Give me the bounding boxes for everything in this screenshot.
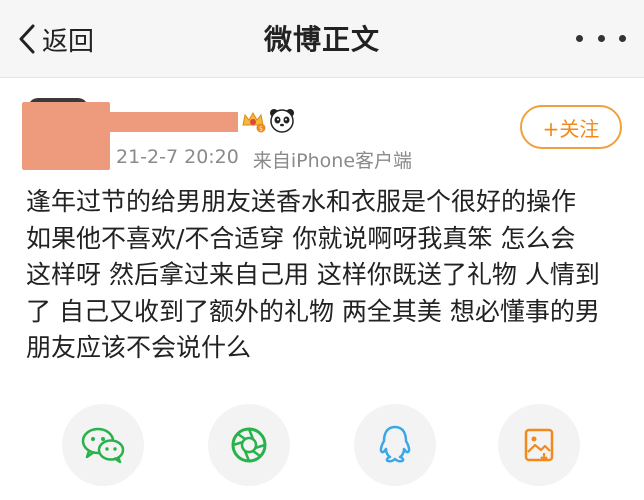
save-image-icon — [524, 428, 554, 462]
follow-button[interactable]: +关注 — [520, 105, 622, 149]
share-moments-button[interactable] — [208, 404, 290, 486]
more-dot-icon — [619, 34, 626, 42]
vip-crown-icon: 5 — [242, 111, 266, 133]
svg-text:5: 5 — [259, 126, 263, 133]
post-timestamp: 21-2-7 20:20 — [116, 146, 239, 168]
panda-icon — [270, 109, 294, 133]
avatar-redacted[interactable] — [22, 102, 110, 170]
post-meta: 21-2-7 20:20 来自iPhone客户端 — [116, 146, 412, 173]
share-bar — [0, 400, 644, 500]
share-qq-button[interactable] — [354, 404, 436, 486]
post-body-text: 逢年过节的给男朋友送香水和衣服是个很好的操作 如果他不喜欢/不合适穿 你就说啊呀… — [26, 187, 600, 362]
username-redacted[interactable] — [108, 112, 238, 132]
more-dot-icon — [576, 34, 583, 42]
qq-icon — [379, 425, 411, 463]
wechat-icon — [81, 427, 125, 464]
share-wechat-button[interactable] — [62, 404, 144, 486]
more-menu-button[interactable] — [576, 30, 626, 46]
moments-icon — [231, 427, 267, 463]
navbar: 返回 微博正文 — [0, 0, 644, 78]
more-dot-icon — [597, 34, 605, 42]
save-image-button[interactable] — [498, 404, 580, 486]
page-title: 微博正文 — [263, 23, 380, 56]
post-source: 来自iPhone客户端 — [252, 150, 413, 172]
